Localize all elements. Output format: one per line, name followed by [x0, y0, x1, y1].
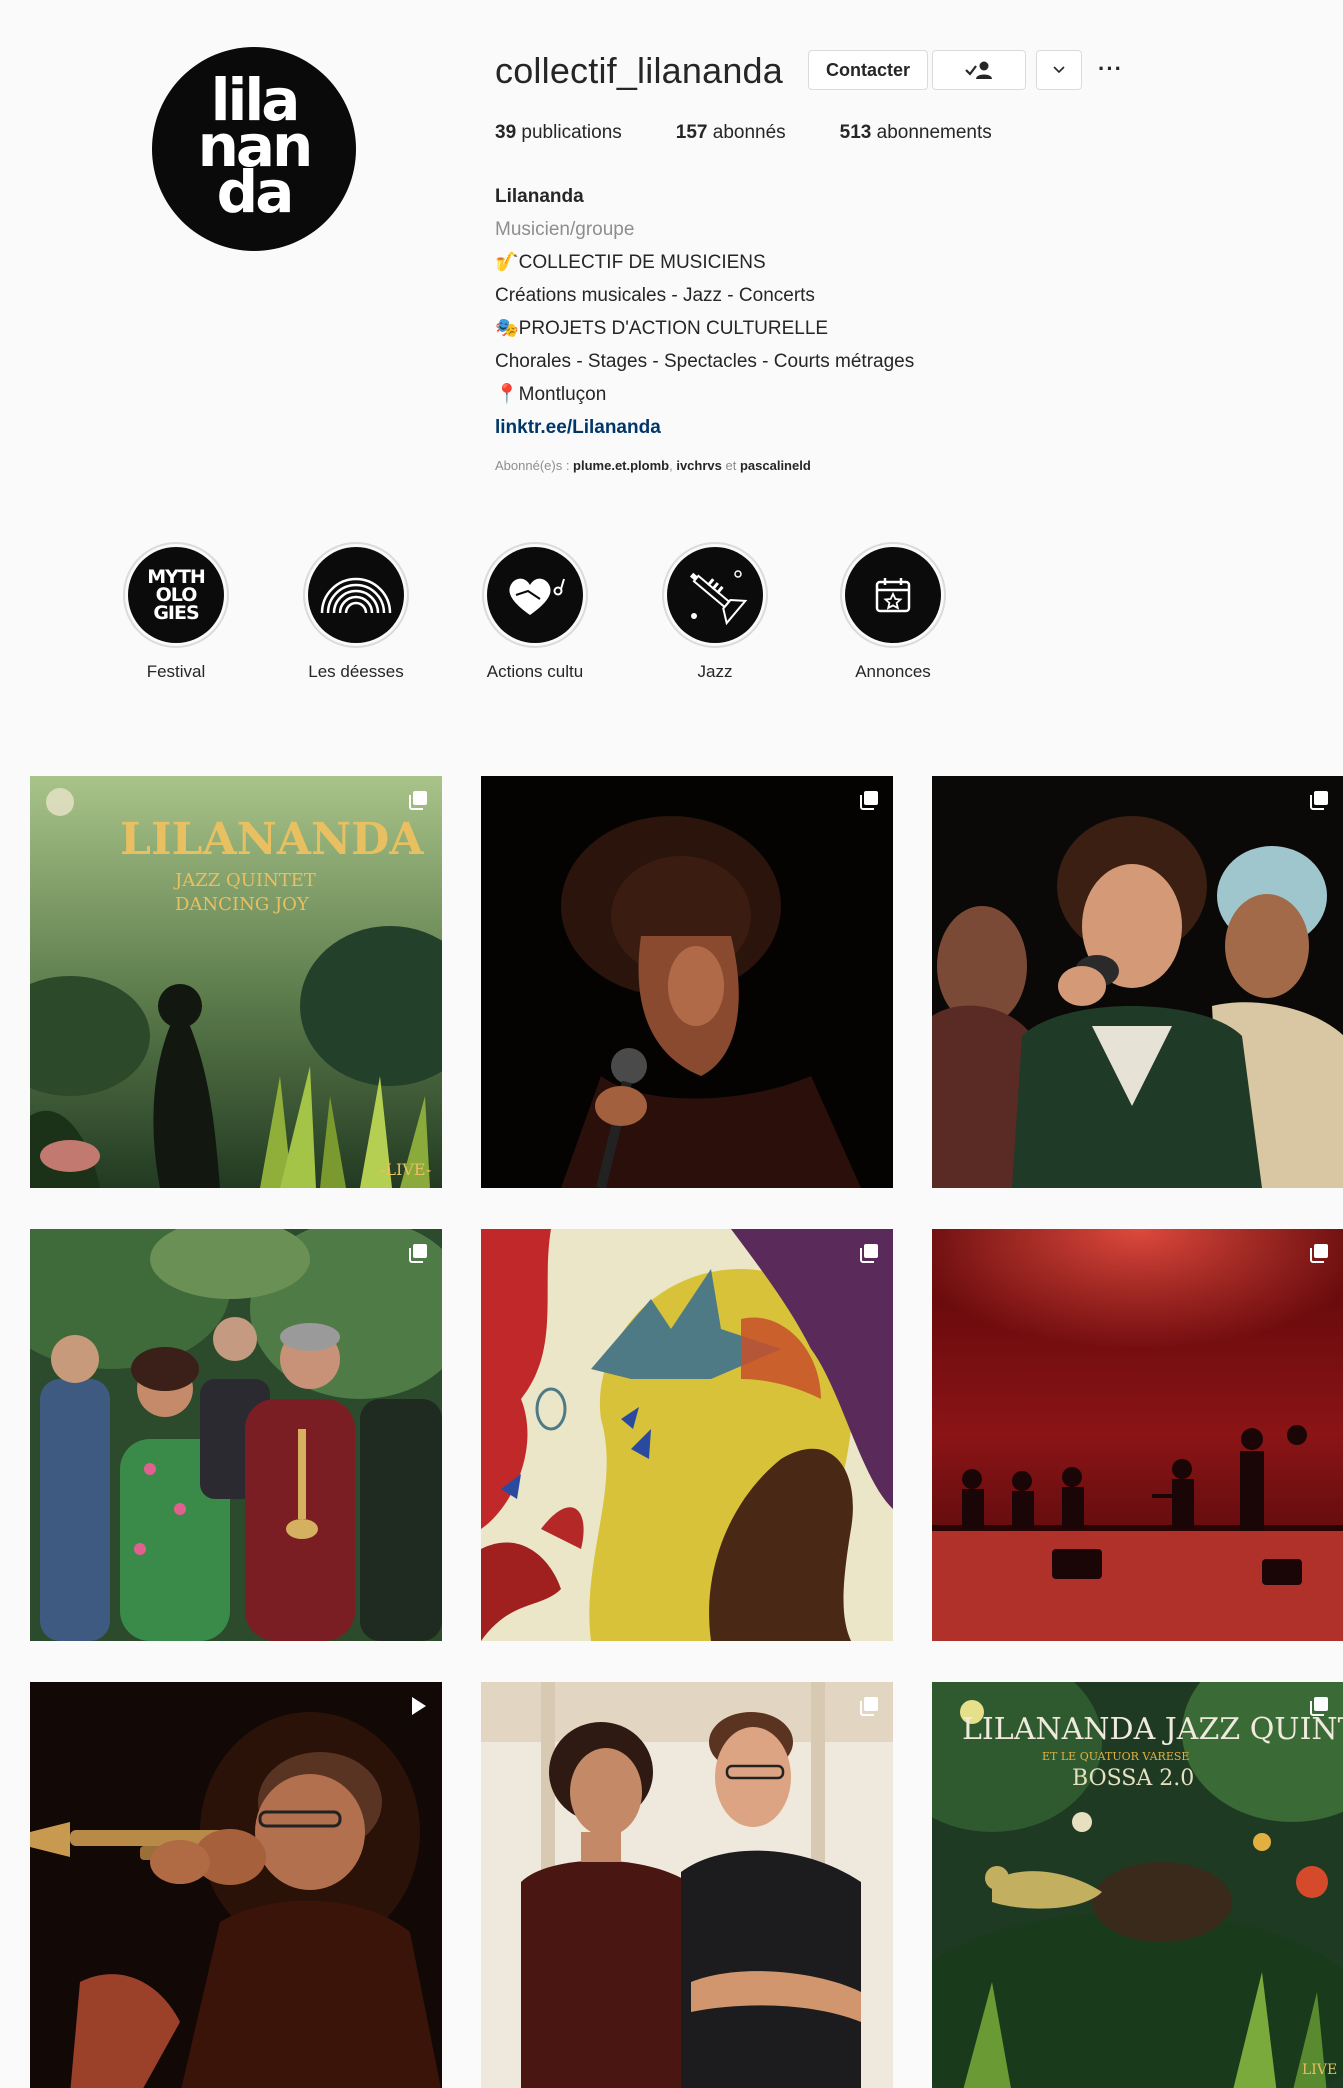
followed-by-user-1: plume.et.plomb [573, 458, 670, 473]
suggested-accounts-button[interactable] [1036, 50, 1082, 90]
multiple-photos-icon [1310, 1244, 1328, 1263]
highlight-jazz[interactable]: Jazz [640, 542, 790, 682]
avatar-logo-line-3: da [216, 158, 295, 226]
multiple-photos-icon [409, 791, 427, 810]
post-7-image [30, 1682, 442, 2088]
following-stat[interactable]: 513 abonnements [840, 122, 992, 144]
bio-line-1: 🎷COLLECTIF DE MUSICIENS [495, 252, 766, 273]
followed-by-user-2: ivchrvs [676, 458, 722, 473]
posts-count: 39 [495, 122, 517, 143]
post-8-image [481, 1682, 893, 2088]
profile-stats: 39 publications 157 abonnés 513 abonneme… [495, 122, 992, 144]
highlight-ring: MYTH OLO GIES [123, 542, 229, 648]
highlight-label: Jazz [697, 662, 733, 681]
bio-name: Lilananda [495, 186, 584, 207]
followed-by-prefix: Abonné(e)s : [495, 458, 574, 473]
post-2-image [481, 776, 893, 1188]
multiple-photos-icon [1310, 1697, 1328, 1716]
profile-avatar[interactable]: lila nan da [152, 47, 356, 251]
post-4[interactable] [30, 1229, 442, 1641]
highlight-annonces[interactable]: Annonces [818, 542, 968, 682]
video-play-icon [412, 1697, 426, 1715]
highlight-label: Actions cultu [486, 662, 584, 681]
chevron-down-icon [1053, 66, 1065, 74]
following-person-icon [965, 61, 992, 79]
followed-by[interactable]: Abonné(e)s : plume.et.plomb, ivchrvs et … [495, 458, 811, 473]
post-9[interactable]: LILANANDA JAZZ QUINTET ET LE QUATUOR VAR… [932, 1682, 1343, 2088]
highlight-actions-cultu[interactable]: Actions cultu [460, 542, 610, 682]
post-4-image [30, 1229, 442, 1641]
highlight-ring [662, 542, 768, 648]
bio-line-2: Créations musicales - Jazz - Concerts [495, 285, 815, 306]
calendar-star-icon [845, 547, 941, 643]
profile-bio: Lilananda Musicien/groupe 🎷COLLECTIF DE … [495, 180, 914, 444]
post-2[interactable] [481, 776, 893, 1188]
contact-button[interactable]: Contacter [808, 50, 928, 90]
profile-page: lila nan da collectif_lilananda Contacte… [0, 0, 1343, 2088]
highlight-ring [840, 542, 946, 648]
multiple-photos-icon [860, 1697, 878, 1716]
multiple-photos-icon [860, 1244, 878, 1263]
more-options-icon[interactable]: ··· [1098, 56, 1123, 82]
post-1-subtitle-1: JAZZ QUINTET [175, 870, 316, 891]
following-count: 513 [839, 122, 872, 143]
post-1-corner-label: -LIVE- [380, 1160, 432, 1179]
highlight-label: Annonces [855, 662, 931, 681]
bio-link[interactable]: linktr.ee/Lilananda [495, 411, 914, 444]
followed-by-user-3: pascalineld [739, 458, 811, 473]
bio-category: Musicien/groupe [495, 219, 635, 240]
profile-username: collectif_lilananda [495, 50, 783, 91]
followers-stat[interactable]: 157 abonnés [676, 122, 786, 144]
multiple-photos-icon [1310, 791, 1328, 810]
post-1-title: LILANANDA [120, 814, 424, 865]
following-button[interactable] [932, 50, 1026, 90]
heart-handshake-icon [487, 547, 583, 643]
highlight-ring [303, 542, 409, 648]
trumpet-icon [667, 547, 763, 643]
post-5-image [481, 1229, 893, 1641]
post-1-subtitle-2: DANCING JOY [175, 894, 309, 915]
multiple-photos-icon [860, 791, 878, 810]
followers-count: 157 [675, 122, 708, 143]
post-5[interactable] [481, 1229, 893, 1641]
followed-by-joiner: et [721, 458, 740, 473]
rainbow-arch-icon [308, 547, 404, 643]
highlight-ring [482, 542, 588, 648]
highlight-label: Festival [146, 662, 206, 681]
post-6[interactable] [932, 1229, 1343, 1641]
highlight-festival[interactable]: MYTH OLO GIES Festival [101, 542, 251, 682]
bio-line-3: 🎭PROJETS D'ACTION CULTURELLE [495, 318, 829, 339]
post-6-image [932, 1229, 1343, 1641]
post-7[interactable] [30, 1682, 442, 2088]
followers-label: abonnés [712, 122, 786, 143]
bio-line-5: 📍Montluçon [495, 384, 607, 405]
multiple-photos-icon [409, 1244, 427, 1263]
bio-line-4: Chorales - Stages - Spectacles - Courts … [495, 351, 915, 372]
following-label: abonnements [876, 122, 992, 143]
mythologies-text-icon: MYTH OLO GIES [128, 547, 224, 643]
highlight-les-deesses[interactable]: Les déesses [281, 542, 431, 682]
post-1[interactable]: LILANANDA JAZZ QUINTET DANCING JOY -LIVE… [30, 776, 442, 1188]
post-9-corner-label: LIVE [1302, 2062, 1338, 2078]
post-9-subtitle-2: BOSSA 2.0 [1072, 1766, 1195, 1791]
highlight-icon-text-3: GIES [153, 602, 199, 624]
post-3[interactable] [932, 776, 1343, 1188]
post-9-subtitle-1: ET LE QUATUOR VARESE [1042, 1750, 1190, 1763]
highlight-label: Les déesses [308, 662, 404, 681]
post-9-title: LILANANDA JAZZ QUINTET [962, 1712, 1343, 1747]
posts-stat: 39 publications [495, 122, 622, 144]
post-8[interactable] [481, 1682, 893, 2088]
posts-label: publications [521, 122, 622, 143]
post-3-image [932, 776, 1343, 1188]
